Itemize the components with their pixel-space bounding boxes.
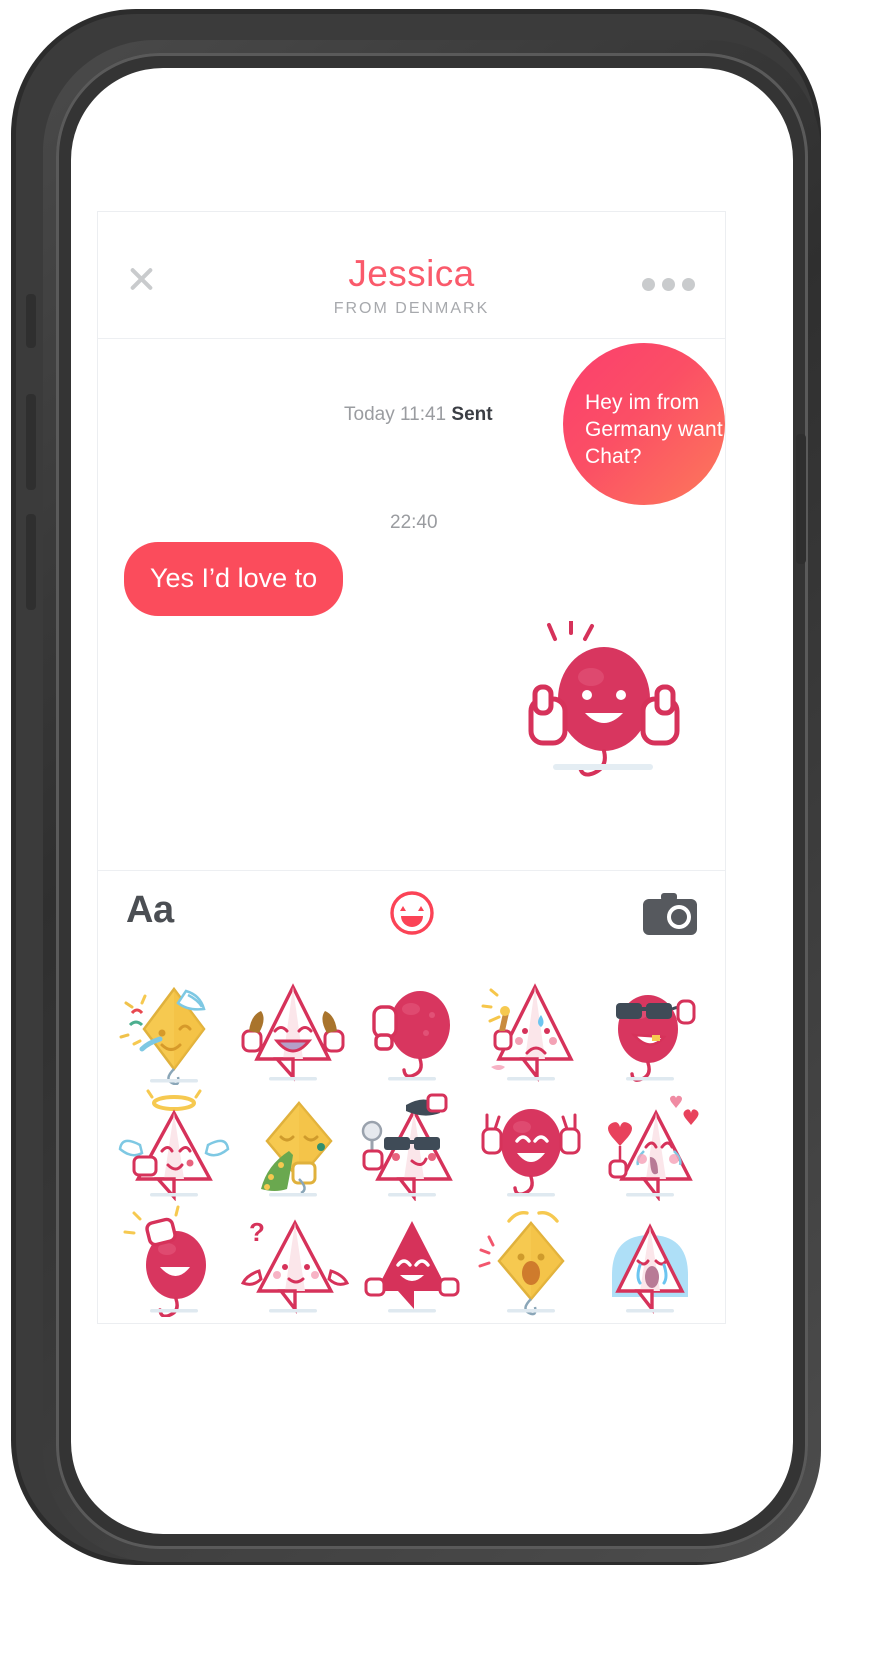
balloon-thumbs-up-sticker[interactable] (509, 617, 689, 801)
more-dot (662, 278, 675, 291)
incoming-message-text: Yes I’d love to (150, 563, 318, 593)
message-timestamp: 22:40 (390, 512, 438, 533)
triangle-chicken-legs-sticker[interactable] (237, 973, 349, 1085)
kite-yellow-shout-sticker[interactable] (475, 1205, 587, 1317)
screenshot-stage: Jessica FROM DENMARK Today 11:41 Sent He… (0, 0, 870, 1660)
balloon-phone-sticker[interactable] (356, 973, 468, 1085)
camera-icon[interactable] (643, 893, 697, 935)
balloon-sunglasses-sticker[interactable] (594, 973, 706, 1085)
chat-subtitle: FROM DENMARK (333, 300, 490, 317)
triangle-angel-sticker[interactable] (118, 1089, 230, 1201)
page-title: Jessica (348, 253, 475, 294)
chat-app-card: Jessica FROM DENMARK Today 11:41 Sent He… (97, 211, 726, 1324)
triangle-love-hearts-sticker[interactable] (594, 1089, 706, 1201)
triangle-question-sticker[interactable]: ? (237, 1205, 349, 1317)
triangle-selfie-shades-sticker[interactable] (356, 1089, 468, 1201)
triangle-crying-blue-sticker[interactable] (594, 1205, 706, 1317)
bubble-tail (130, 594, 164, 620)
mute-switch-button[interactable] (26, 294, 36, 348)
incoming-message-bubble[interactable]: Yes I’d love to (124, 542, 344, 616)
svg-text:?: ? (249, 1217, 265, 1247)
volume-up-button[interactable] (26, 394, 36, 490)
more-dot (682, 278, 695, 291)
message-list: Today 11:41 Sent Hey im from Germany wan… (98, 339, 725, 871)
composer-toolbar: Aa (98, 871, 725, 957)
triangle-sad-icecream-sticker[interactable] (475, 973, 587, 1085)
outgoing-message-bubble[interactable]: Hey im from Germany want Chat? (563, 343, 725, 505)
volume-down-button[interactable] (26, 514, 36, 610)
header-titles: Jessica FROM DENMARK (98, 252, 725, 318)
text-format-button[interactable]: Aa (126, 889, 174, 932)
message-meta-sent: Today 11:41 Sent (344, 404, 493, 426)
more-options-icon[interactable] (642, 278, 695, 291)
more-dot (642, 278, 655, 291)
triangle-solid-red-sticker[interactable] (356, 1205, 468, 1317)
message-status: Sent (451, 404, 493, 425)
balloon-camera-flash-sticker[interactable] (118, 1205, 230, 1317)
chat-header: Jessica FROM DENMARK (98, 212, 725, 339)
message-timestamp: Today 11:41 (344, 404, 452, 425)
sticker-grid: ? (98, 957, 725, 1341)
smiley-face-icon[interactable] (388, 889, 436, 937)
power-button[interactable] (796, 434, 806, 564)
balloon-peace-hands-sticker[interactable] (475, 1089, 587, 1201)
kite-sick-vomit-sticker[interactable] (237, 1089, 349, 1201)
kite-party-horn-sticker[interactable] (118, 973, 230, 1085)
